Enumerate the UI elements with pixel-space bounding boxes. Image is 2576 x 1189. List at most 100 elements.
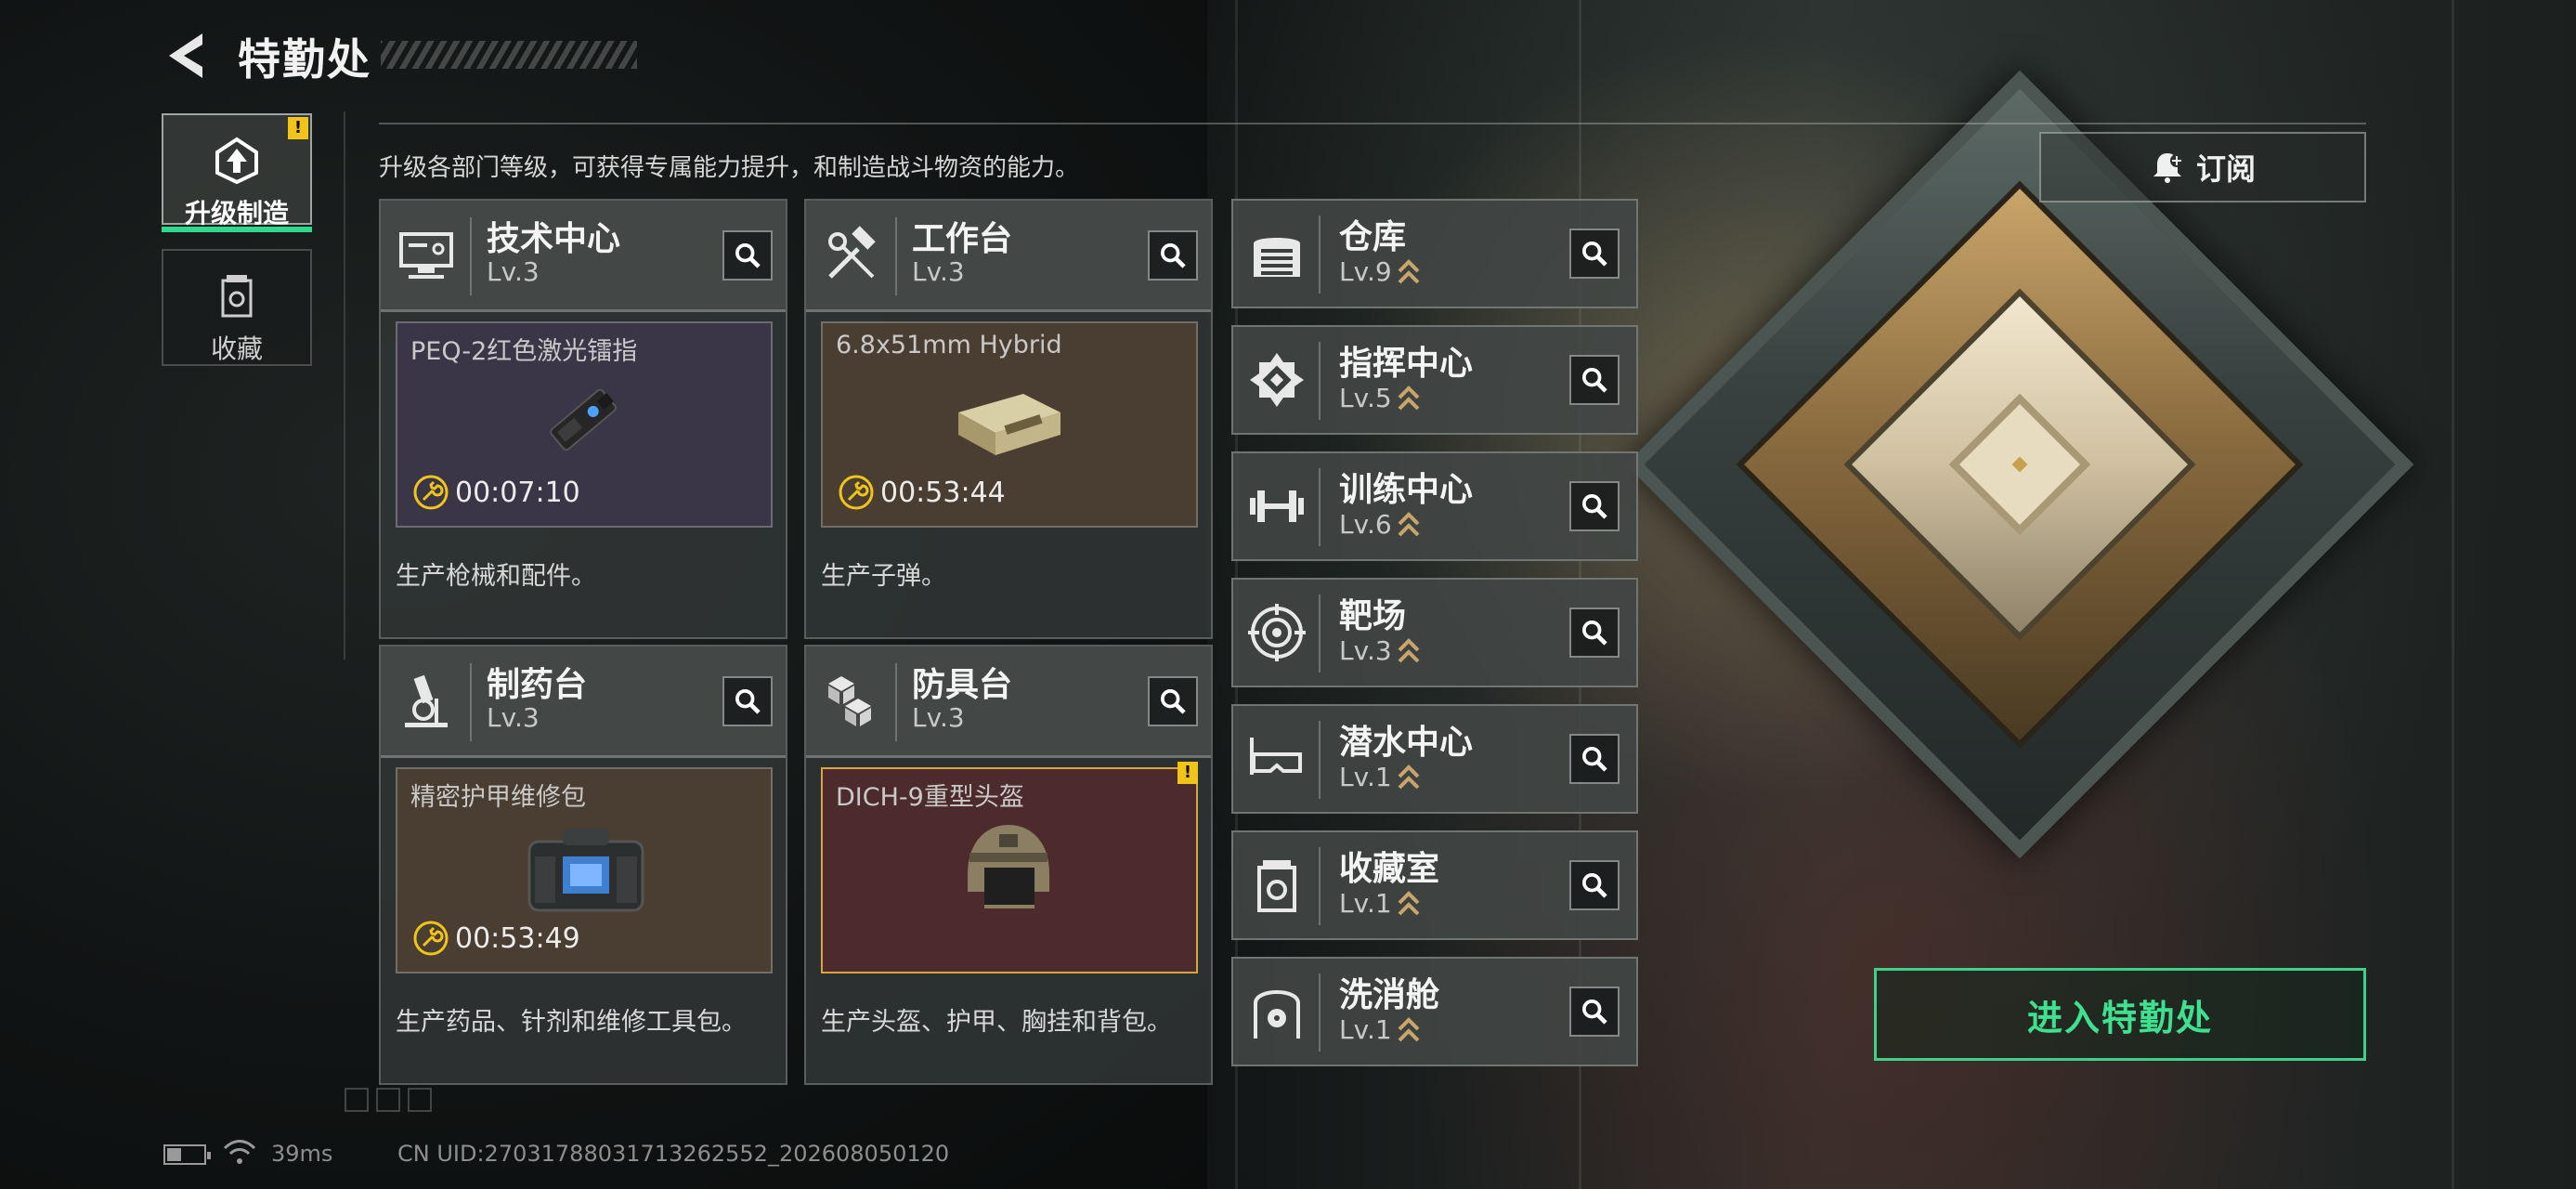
dumbbell-icon (1250, 490, 1304, 522)
collection-room-icon (1257, 860, 1296, 912)
workbench-level: Lv.3 (487, 702, 540, 733)
magnifier-icon (1582, 873, 1607, 898)
repair-kit-image (527, 829, 644, 912)
ammo-box-image (958, 394, 1060, 455)
wrench-timer-icon (413, 921, 449, 956)
bg-column (2452, 0, 2454, 1189)
alert-badge: ! (288, 117, 308, 139)
workbench-name: 防具台 (912, 666, 1013, 704)
warehouse-icon (1254, 238, 1300, 277)
facility-name: 仓库 (1339, 218, 1407, 256)
production-slot[interactable]: DICH-9重型头盔 ! (821, 762, 1198, 973)
tab-collection[interactable]: 收藏 (162, 249, 312, 366)
production-slot[interactable]: 6.8x51mm Hybrid 00:53:44 (821, 321, 1198, 528)
tab-label: 升级制造 (184, 198, 289, 229)
magnifier-icon (1582, 621, 1607, 646)
upgrade-chevrons-icon (1398, 890, 1420, 915)
monitor-icon (399, 232, 453, 279)
cubes-icon (828, 676, 871, 726)
workbench-card-workbench[interactable]: 工作台 Lv.3 6.8x51mm Hybrid 00:53:44 生产子弹。 (804, 199, 1213, 639)
facility-level: Lv.3 (1339, 635, 1420, 666)
workbench-card-pharmacy[interactable]: 制药台 Lv.3 精密护甲维修包 00:53:49 生产药品、针剂和维修工具包。 (379, 645, 787, 1085)
product-name: DICH-9重型头盔 (836, 783, 1024, 812)
facility-row-decon-chamber[interactable]: 洗消舱 Lv.1 (1231, 957, 1638, 1066)
facility-row-warehouse[interactable]: 仓库 Lv.9 (1231, 199, 1638, 308)
facility-row-training-center[interactable]: 训练中心 Lv.6 (1231, 451, 1638, 561)
facility-row-diving-center[interactable]: 潜水中心 Lv.1 (1231, 704, 1638, 814)
timer-text: 00:53:49 (455, 921, 580, 955)
facility-name: 指挥中心 (1339, 345, 1474, 383)
alert-badge: ! (1177, 762, 1198, 784)
laser-device-image (550, 388, 617, 451)
inspect-button[interactable] (722, 230, 773, 281)
workbench-card-armor[interactable]: 防具台 Lv.3 DICH-9重型头盔 ! 生产头盔、护甲、胸挂和背包。 (804, 645, 1213, 1085)
product-name: PEQ-2红色激光镭指 (410, 337, 638, 366)
magnifier-icon (1582, 368, 1607, 393)
intro-text: 升级各部门等级，可获得专属能力提升，和制造战斗物资的能力。 (379, 154, 1080, 182)
workbench-description: 生产子弹。 (821, 562, 946, 591)
magnifier-icon (1161, 689, 1186, 714)
card-header: 制药台 Lv.3 (381, 647, 786, 758)
facility-level: Lv.6 (1339, 509, 1420, 540)
user-uid: CN UID:27031788031713262552_202608050120 (397, 1141, 950, 1167)
subscribe-label: 订阅 (2195, 151, 2256, 187)
facility-name: 潜水中心 (1339, 724, 1474, 762)
inspect-button[interactable] (1569, 355, 1620, 405)
facility-name: 收藏室 (1339, 850, 1440, 888)
facility-name: 训练中心 (1339, 471, 1474, 509)
header-divider (379, 123, 2366, 124)
decon-icon (1254, 990, 1300, 1039)
inspect-button[interactable] (1569, 229, 1620, 279)
facility-name: 靶场 (1339, 597, 1407, 635)
product-name: 精密护甲维修包 (410, 783, 586, 812)
facility-row-shooting-range[interactable]: 靶场 Lv.3 (1231, 578, 1638, 687)
magnifier-icon (1582, 242, 1607, 267)
workbench-description: 生产枪械和配件。 (396, 562, 596, 591)
facility-row-collection-room[interactable]: 收藏室 Lv.1 (1231, 830, 1638, 940)
card-header: 工作台 Lv.3 (806, 201, 1211, 312)
facility-level: Lv.1 (1339, 762, 1420, 792)
tools-icon (828, 226, 876, 279)
production-timer: 00:53:44 (838, 474, 1006, 511)
timer-text: 00:53:44 (880, 476, 1006, 509)
footer-decoration (345, 1088, 432, 1112)
inspect-button[interactable] (1569, 986, 1620, 1037)
side-guide-line (344, 111, 345, 660)
facility-row-command-center[interactable]: 指挥中心 Lv.5 (1231, 325, 1638, 435)
inspect-button[interactable] (1569, 481, 1620, 531)
title-decoration (381, 41, 637, 69)
enter-special-ops-button[interactable]: 进入特勤处 (1874, 968, 2366, 1061)
inspect-button[interactable] (1148, 230, 1198, 281)
upgrade-chevrons-icon (1398, 637, 1420, 662)
inspect-button[interactable] (1148, 676, 1198, 726)
helmet-image (968, 825, 1049, 908)
battery-indicator (163, 1144, 211, 1165)
back-arrow-icon[interactable] (165, 32, 206, 80)
upgrade-icon (215, 137, 258, 185)
magnifier-icon (1161, 243, 1186, 268)
production-slot[interactable]: 精密护甲维修包 00:53:49 (396, 767, 773, 973)
collection-icon (221, 275, 253, 318)
production-slot[interactable]: PEQ-2红色激光镭指 00:07:10 (396, 321, 773, 528)
production-timer: 00:07:10 (412, 474, 580, 511)
magnifier-icon (735, 689, 761, 714)
magnifier-icon (1582, 747, 1607, 772)
magnifier-icon (1582, 494, 1607, 519)
bell-plus-icon (2153, 153, 2183, 183)
workbench-level: Lv.3 (912, 256, 965, 287)
upgrade-chevrons-icon (1398, 1016, 1420, 1041)
product-name: 6.8x51mm Hybrid (836, 331, 1062, 359)
tab-label: 收藏 (210, 333, 263, 364)
facility-level: Lv.1 (1339, 1014, 1420, 1045)
inspect-button[interactable] (1569, 860, 1620, 910)
wrench-timer-icon (413, 475, 449, 510)
inspect-button[interactable] (1569, 734, 1620, 784)
tab-upgrade-manufacture[interactable]: 升级制造 ! (162, 113, 312, 232)
workbench-card-tech-center[interactable]: 技术中心 Lv.3 PEQ-2红色激光镭指 00:07:10 生产枪械和配件。 (379, 199, 787, 639)
workbench-description: 生产头盔、护甲、胸挂和背包。 (821, 1008, 1172, 1037)
inspect-button[interactable] (1569, 608, 1620, 658)
command-icon (1250, 353, 1304, 407)
upgrade-chevrons-icon (1398, 258, 1420, 283)
subscribe-button[interactable]: 订阅 (2039, 132, 2366, 203)
inspect-button[interactable] (722, 676, 773, 726)
